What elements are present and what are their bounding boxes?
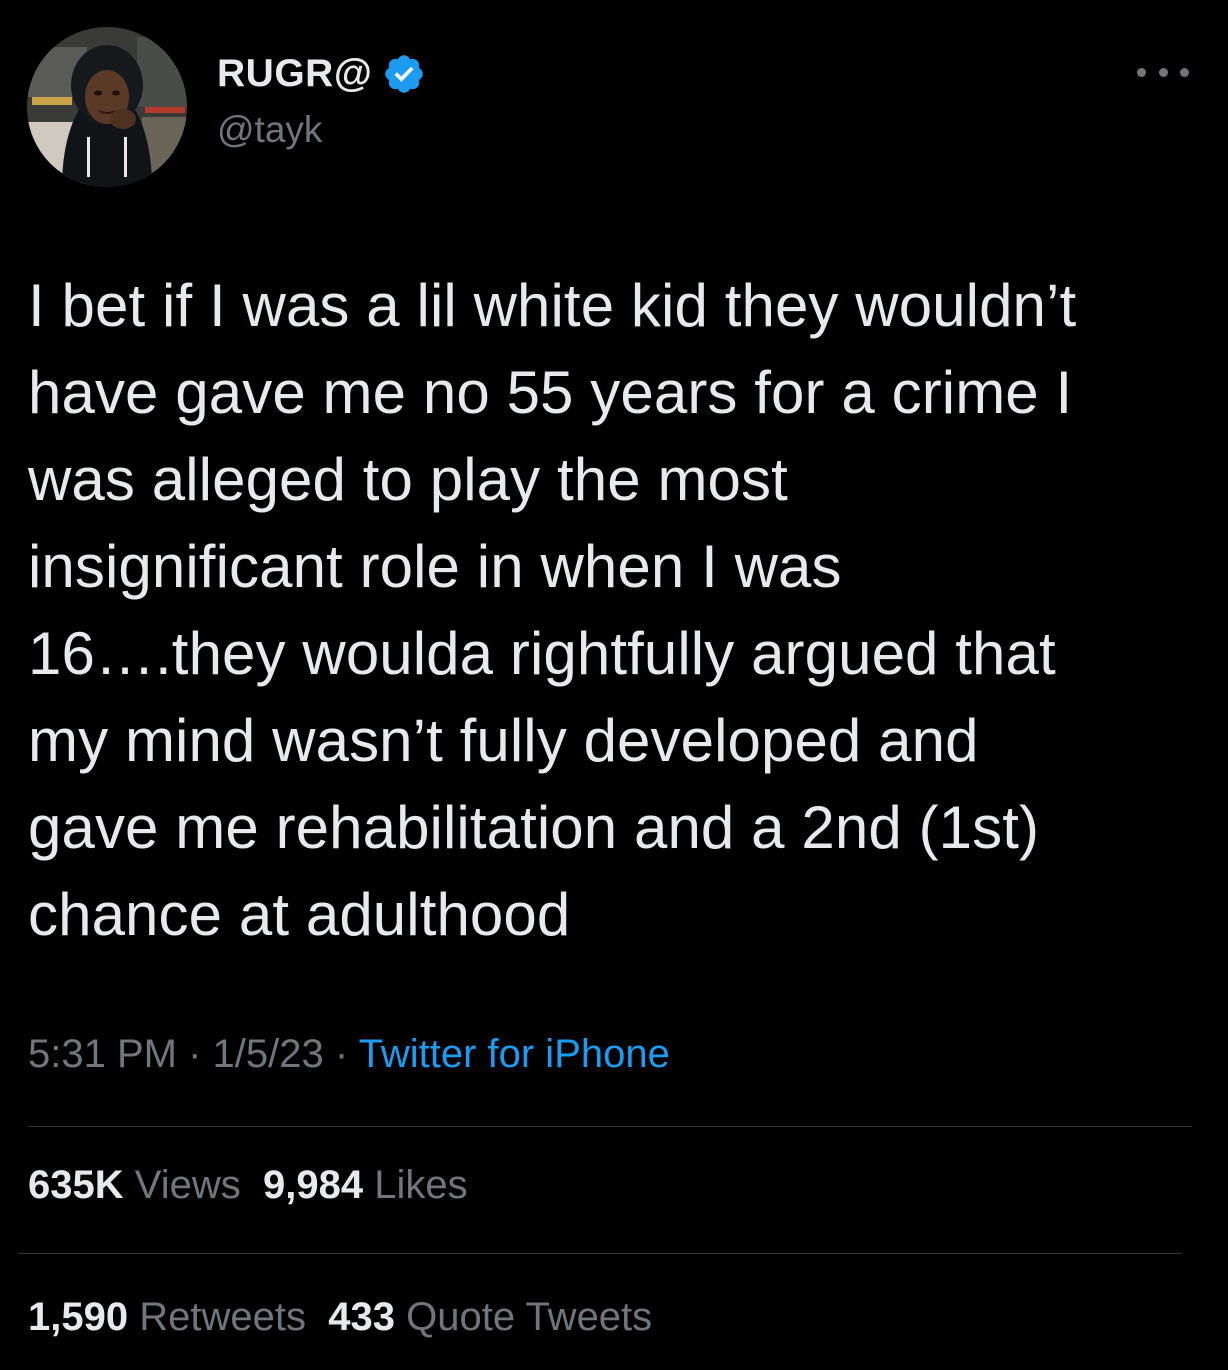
meta-separator: ·: [188, 1032, 202, 1076]
avatar[interactable]: [27, 27, 187, 187]
author-handle[interactable]: @tayk: [217, 109, 322, 151]
author-display-name[interactable]: RUGR@: [217, 52, 372, 96]
views-stat[interactable]: 635K Views: [28, 1163, 241, 1207]
views-count: 635K: [28, 1163, 124, 1207]
author-name-row: RUGR@: [217, 52, 426, 96]
ellipsis-icon[interactable]: [1137, 60, 1189, 84]
verified-badge-icon: [382, 52, 426, 96]
tweet-source-link[interactable]: Twitter for iPhone: [359, 1032, 670, 1076]
meta-separator: ·: [334, 1032, 349, 1076]
stats-row-views-likes: 635K Views 9,984 Likes: [28, 1163, 468, 1208]
likes-label: Likes: [374, 1163, 468, 1207]
tweet-date[interactable]: 1/5/23: [213, 1032, 324, 1076]
ellipsis-dot: [1180, 67, 1189, 77]
divider: [28, 1126, 1192, 1127]
likes-stat[interactable]: 9,984 Likes: [263, 1163, 468, 1207]
quote-tweets-stat[interactable]: 433 Quote Tweets: [328, 1295, 652, 1339]
ellipsis-dot: [1137, 67, 1146, 77]
retweets-label: Retweets: [139, 1295, 306, 1339]
avatar-photo: [27, 27, 187, 187]
quotes-label: Quote Tweets: [406, 1295, 653, 1339]
retweets-stat[interactable]: 1,590 Retweets: [28, 1295, 306, 1339]
views-label: Views: [134, 1163, 241, 1207]
retweets-count: 1,590: [28, 1295, 129, 1339]
divider: [18, 1253, 1182, 1254]
ellipsis-dot: [1158, 67, 1168, 77]
tweet-meta: 5:31 PM · 1/5/23 · Twitter for iPhone: [28, 1032, 670, 1077]
likes-count: 9,984: [262, 1163, 364, 1207]
tweet-text: I bet if I was a lil white kid they woul…: [28, 272, 1077, 948]
tweet-time[interactable]: 5:31 PM: [28, 1032, 177, 1076]
quotes-count: 433: [328, 1295, 395, 1339]
stats-row-retweets-quotes: 1,590 Retweets 433 Quote Tweets: [28, 1295, 652, 1340]
